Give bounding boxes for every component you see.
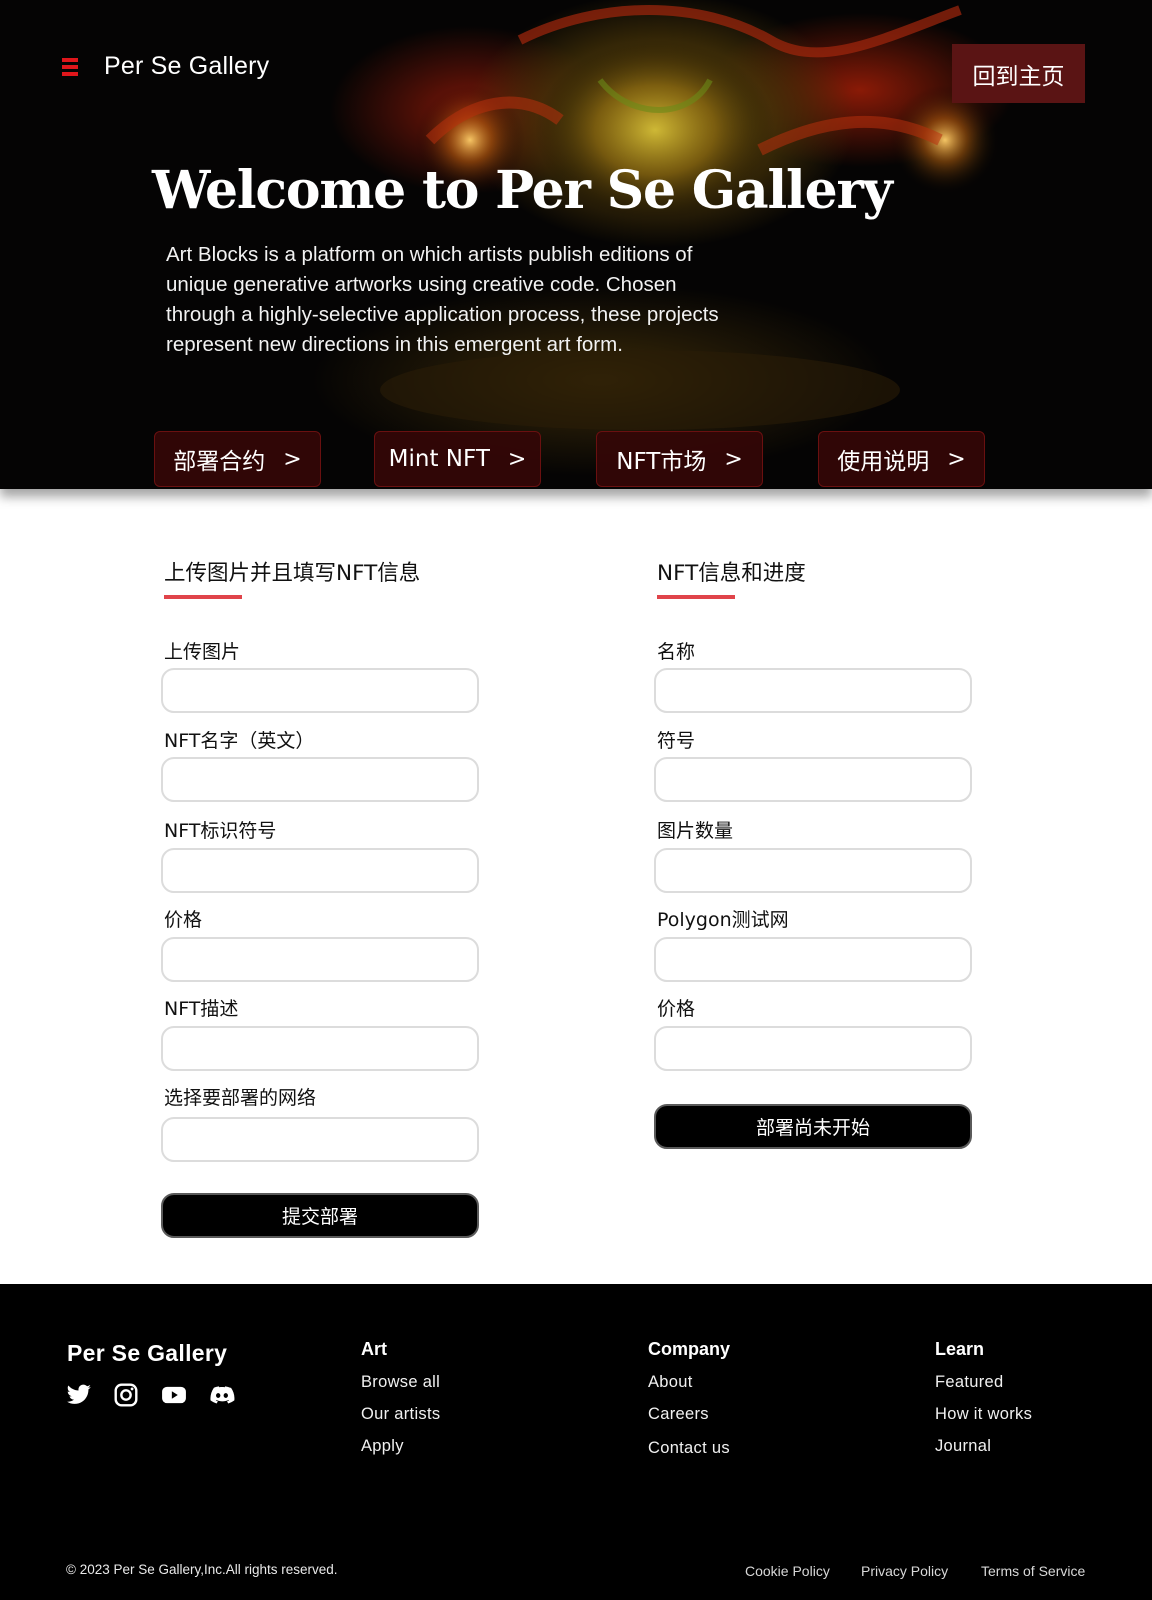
button-label: Mint NFT <box>388 446 490 472</box>
terms-of-service-link[interactable]: Terms of Service <box>981 1563 1085 1579</box>
copyright-text: © 2023 Per Se Gallery,Inc.All rights res… <box>66 1562 338 1577</box>
site-footer: Per Se Gallery Art Browse all Our artist… <box>0 1284 1152 1600</box>
upload-form-title: 上传图片并且填写NFT信息 <box>164 561 421 586</box>
footer-link-apply[interactable]: Apply <box>361 1437 404 1456</box>
nft-name-input[interactable] <box>161 757 479 802</box>
deploy-contract-button[interactable]: 部署合约 > <box>154 431 321 487</box>
footer-link-careers[interactable]: Careers <box>648 1405 709 1424</box>
footer-link-contact-us[interactable]: Contact us <box>648 1439 730 1458</box>
price-input[interactable] <box>161 937 479 982</box>
instagram-icon[interactable] <box>113 1382 139 1408</box>
footer-link-featured[interactable]: Featured <box>935 1373 1003 1392</box>
hamburger-menu-icon[interactable] <box>62 58 80 76</box>
instructions-button[interactable]: 使用说明 > <box>818 431 985 487</box>
nft-description-input[interactable] <box>161 1026 479 1071</box>
upload-image-label: 上传图片 <box>164 641 241 663</box>
symbol-label: 符号 <box>657 730 696 752</box>
home-button[interactable]: 回到主页 <box>952 44 1085 103</box>
hero-banner: Per Se Gallery 回到主页 Welcome to Per Se Ga… <box>0 0 1152 489</box>
footer-link-how-it-works[interactable]: How it works <box>935 1405 1032 1424</box>
privacy-policy-link[interactable]: Privacy Policy <box>861 1563 948 1579</box>
youtube-icon[interactable] <box>161 1382 187 1408</box>
polygon-testnet-field[interactable] <box>654 937 972 982</box>
footer-heading-art: Art <box>361 1339 387 1359</box>
image-count-field[interactable] <box>654 848 972 893</box>
chevron-right-icon: > <box>283 446 302 472</box>
hero-title: Welcome to Per Se Gallery <box>152 160 893 221</box>
button-label: NFT市场 <box>616 449 707 475</box>
network-select-input[interactable] <box>161 1117 479 1162</box>
footer-link-journal[interactable]: Journal <box>935 1437 991 1456</box>
chevron-right-icon: > <box>507 446 527 472</box>
hero-description: Art Blocks is a platform on which artist… <box>166 243 719 356</box>
site-logo[interactable]: Per Se Gallery <box>104 52 269 81</box>
polygon-testnet-label: Polygon测试网 <box>657 909 789 931</box>
footer-brand[interactable]: Per Se Gallery <box>67 1340 227 1367</box>
price-label: 价格 <box>657 998 696 1020</box>
twitter-icon[interactable] <box>66 1382 92 1408</box>
symbol-field[interactable] <box>654 757 972 802</box>
deploy-status-button[interactable]: 部署尚未开始 <box>654 1104 972 1149</box>
price-label: 价格 <box>164 909 203 931</box>
footer-heading-company: Company <box>648 1339 731 1359</box>
footer-link-browse-all[interactable]: Browse all <box>361 1373 440 1392</box>
name-field[interactable] <box>654 668 972 713</box>
footer-link-our-artists[interactable]: Our artists <box>361 1405 440 1424</box>
nft-name-label: NFT名字（英文） <box>164 730 315 752</box>
nft-description-label: NFT描述 <box>164 998 239 1020</box>
submit-deploy-button[interactable]: 提交部署 <box>161 1193 479 1238</box>
footer-heading-learn: Learn <box>935 1339 985 1359</box>
chevron-right-icon: > <box>724 446 743 472</box>
nft-symbol-label: NFT标识符号 <box>164 820 277 842</box>
button-label: 部署合约 <box>173 449 266 475</box>
chevron-right-icon: > <box>947 446 966 472</box>
title-underline <box>164 595 242 599</box>
cookie-policy-link[interactable]: Cookie Policy <box>745 1563 830 1579</box>
network-select-label: 选择要部署的网络 <box>164 1087 317 1109</box>
title-underline <box>657 595 735 599</box>
name-label: 名称 <box>657 641 696 663</box>
image-count-label: 图片数量 <box>657 820 734 842</box>
discord-icon[interactable] <box>209 1382 235 1408</box>
nft-symbol-input[interactable] <box>161 848 479 893</box>
upload-image-input[interactable] <box>161 668 479 713</box>
info-panel-title: NFT信息和进度 <box>657 561 806 586</box>
footer-link-about[interactable]: About <box>648 1373 693 1392</box>
nft-market-button[interactable]: NFT市场 > <box>596 431 763 487</box>
mint-nft-button[interactable]: Mint NFT > <box>374 431 541 487</box>
price-field[interactable] <box>654 1026 972 1071</box>
button-label: 使用说明 <box>837 449 930 475</box>
